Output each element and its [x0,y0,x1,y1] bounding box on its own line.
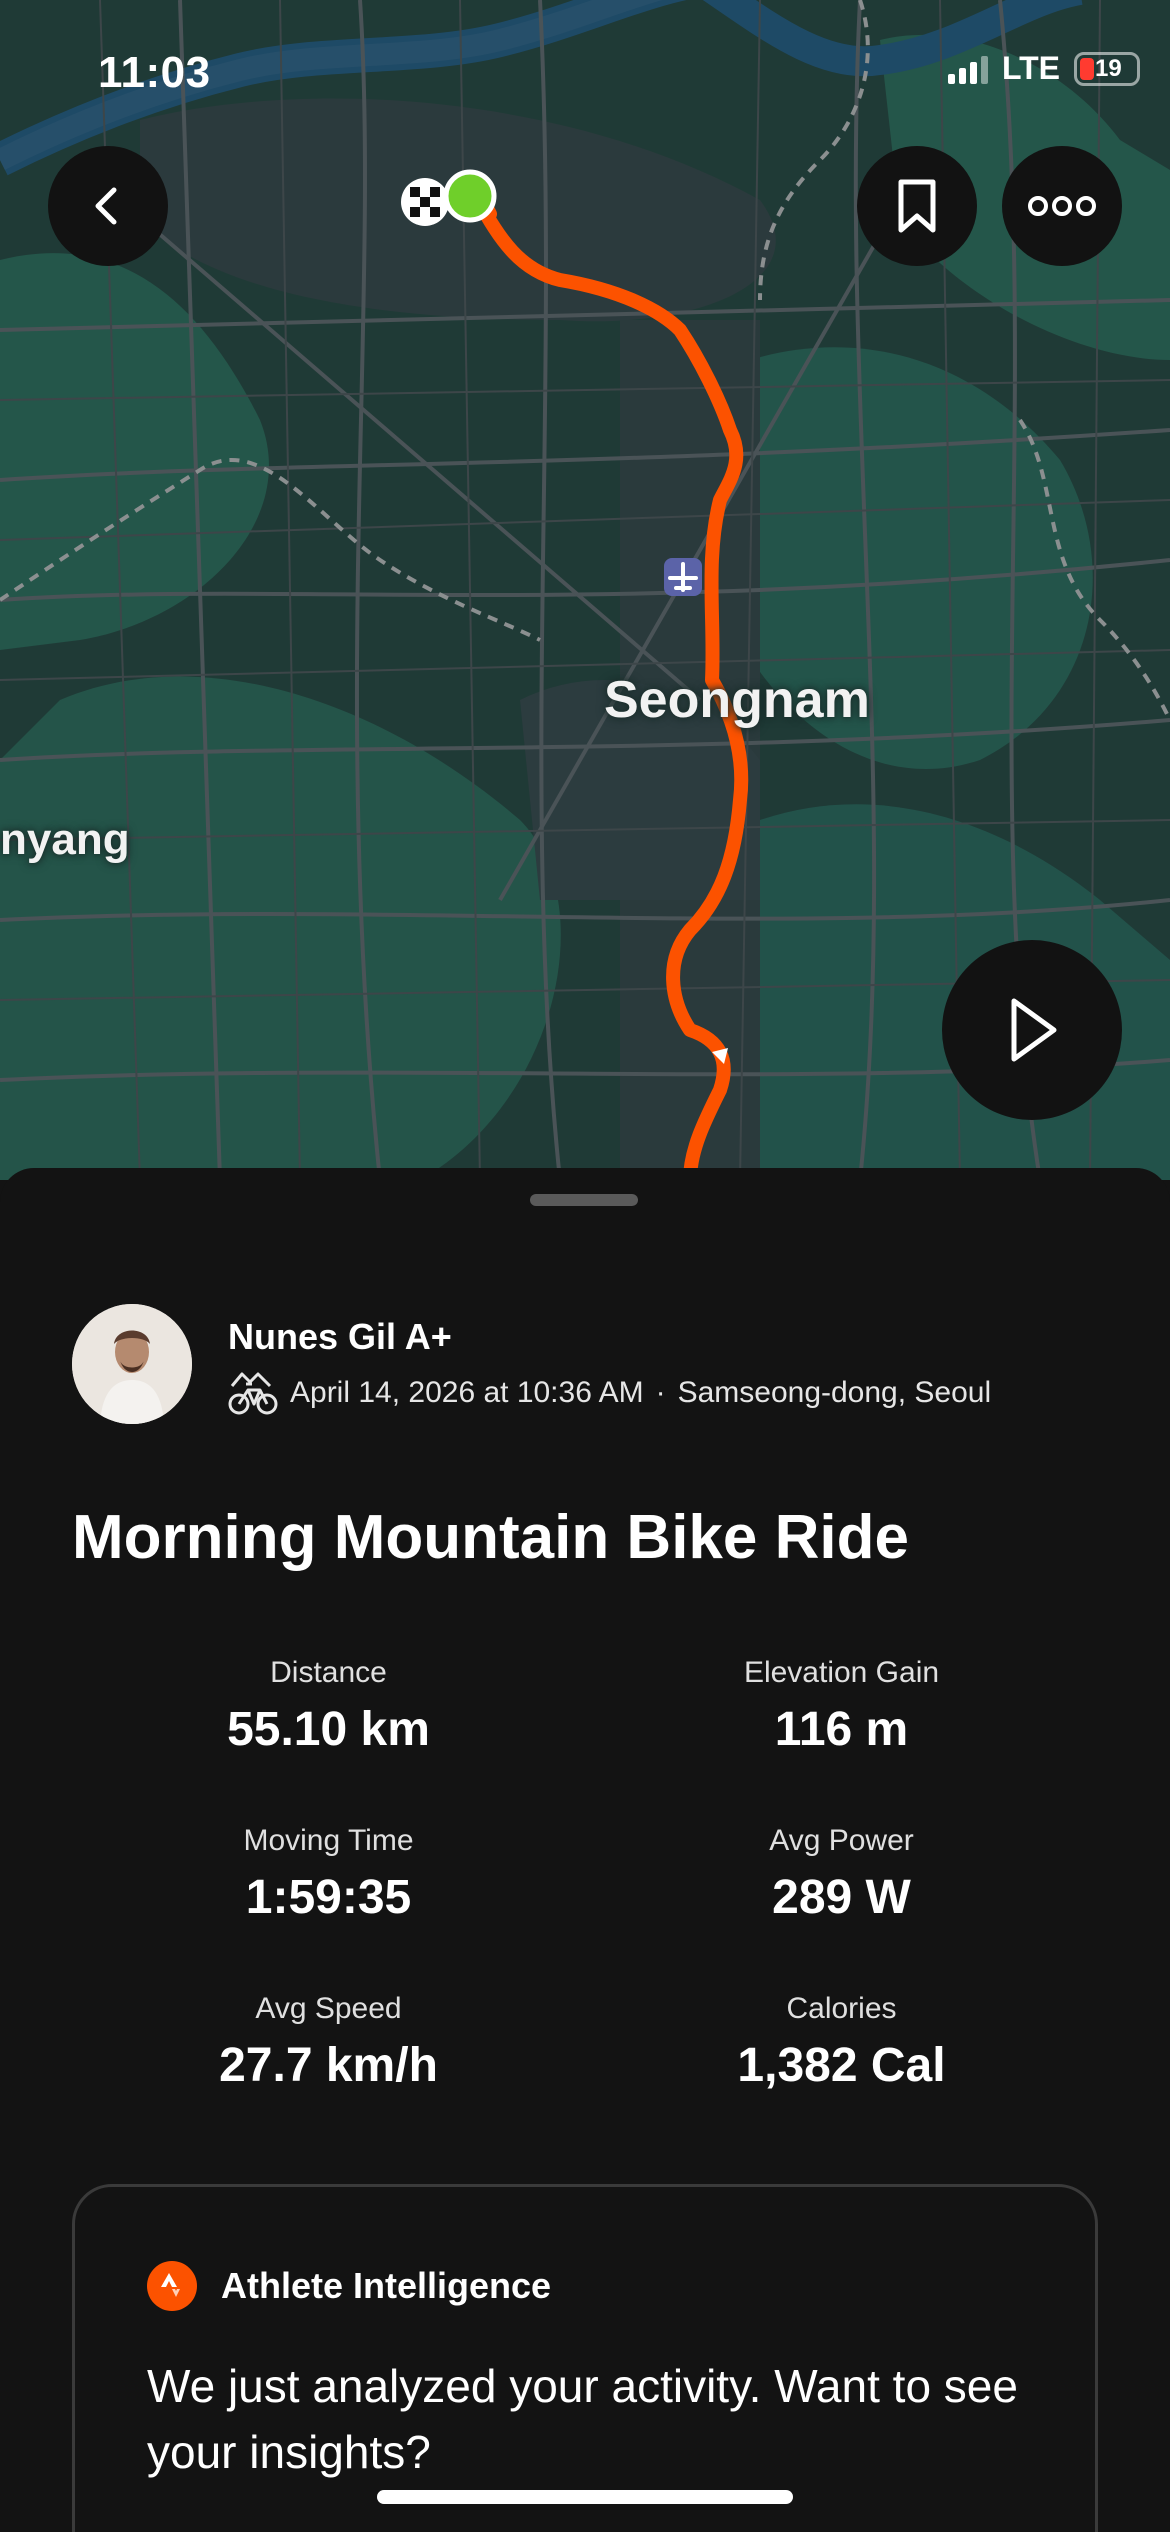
airport-icon [664,558,702,596]
athlete-intelligence-card[interactable]: Athlete Intelligence We just analyzed yo… [72,2184,1098,2532]
activity-date: April 14, 2026 at 10:36 AM [290,1376,644,1409]
avatar-image [72,1304,192,1424]
athlete-header[interactable]: Nunes Gil A+ April 14, 2026 at 10:36 AM … [72,1304,1102,1428]
stat-label: Distance [270,1656,387,1689]
status-time: 11:03 [98,48,211,97]
ai-card-header: Athlete Intelligence [147,2261,551,2311]
stat-calories: Calories 1,382 Cal [585,1992,1098,2093]
finish-marker [401,178,449,226]
status-bar: 11:03 LTE 19 [0,0,1170,140]
network-type: LTE [1001,50,1060,86]
cellular-signal-icon [947,54,988,84]
stat-value: 116 m [774,1703,909,1756]
avatar[interactable] [72,1304,192,1424]
stat-avg-speed: Avg Speed 27.7 km/h [72,1992,585,2093]
ai-card-message: We just analyzed your activity. Want to … [147,2360,1018,2478]
stat-avg-power: Avg Power 289 W [585,1824,1098,1925]
stat-value: 289 W [772,1871,911,1924]
stat-value: 1,382 Cal [737,2039,946,2092]
activity-title[interactable]: Morning Mountain Bike Ride [72,1502,909,1573]
stat-label: Avg Power [769,1824,914,1857]
bookmark-button[interactable] [857,146,977,266]
activity-sheet: Nunes Gil A+ April 14, 2026 at 10:36 AM … [0,1168,1170,2532]
stat-moving-time: Moving Time 1:59:35 [72,1824,585,1925]
map-city-label: Seongnam [604,671,870,729]
map-city-label: nyang [0,815,130,864]
more-options-button[interactable] [1002,146,1122,266]
stat-label: Calories [786,1992,897,2025]
stat-value: 1:59:35 [245,1871,412,1924]
route-map[interactable]: Seongnam nyang 11:03 LTE 19 [0,0,1170,1180]
stat-label: Moving Time [243,1824,414,1857]
stat-value: 55.10 km [227,1703,430,1756]
activity-meta: April 14, 2026 at 10:36 AM · Samseong-do… [228,1370,991,1416]
stat-distance: Distance 55.10 km [72,1656,585,1757]
battery-icon: 19 [1074,51,1140,86]
ai-card-title: Athlete Intelligence [221,2265,552,2306]
more-icon [1028,196,1096,216]
activity-location: Samseong-dong, Seoul [677,1376,992,1409]
play-flyover-button[interactable] [942,940,1122,1120]
athlete-name[interactable]: Nunes Gil A+ [228,1316,452,1358]
meta-separator: · [655,1376,666,1409]
sheet-grabber[interactable] [530,1194,638,1206]
chevron-left-icon [95,187,117,225]
start-marker [443,169,497,223]
back-button[interactable] [48,146,168,266]
bookmark-icon [898,179,936,233]
stat-label: Elevation Gain [743,1656,940,1689]
stat-elevation-gain: Elevation Gain 116 m [585,1656,1098,1757]
strava-logo-icon [147,2261,197,2311]
battery-level: 19 [1095,54,1122,82]
mountain-bike-icon [228,1372,278,1415]
play-icon [1011,998,1057,1062]
stat-value: 27.7 km/h [219,2039,438,2092]
home-indicator[interactable] [377,2490,793,2504]
stat-label: Avg Speed [255,1992,402,2025]
status-indicators: LTE 19 [947,50,1140,87]
